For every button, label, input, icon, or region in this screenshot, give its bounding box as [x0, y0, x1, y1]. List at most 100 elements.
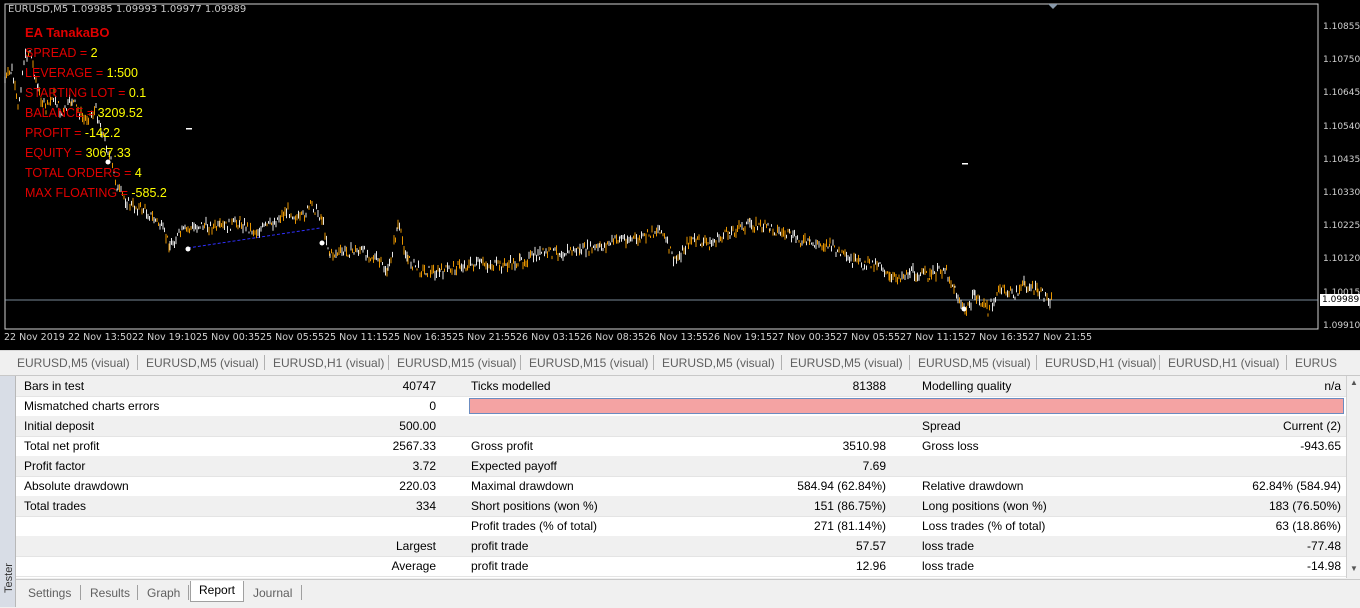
- mismatch-bar: [469, 398, 1344, 414]
- chart-tab[interactable]: EURUSD,M5 (visual): [146, 356, 259, 370]
- report-value: 2567.33: [392, 439, 436, 453]
- chart-tab[interactable]: EURUS: [1295, 356, 1337, 370]
- chart-tab[interactable]: EURUSD,H1 (visual): [1168, 356, 1279, 370]
- price-tick-label: 1.10330: [1323, 188, 1360, 198]
- info-key: BALANCE =: [25, 106, 98, 120]
- price-tick-label: 1.10645: [1323, 88, 1360, 99]
- time-tick-label: 27 Nov 00:35: [772, 332, 837, 343]
- info-key: STARTING LOT =: [25, 86, 129, 100]
- scroll-up-icon[interactable]: ▲: [1350, 378, 1358, 387]
- chart-tab[interactable]: EURUSD,M5 (visual): [662, 356, 775, 370]
- time-tick-label: 22 Nov 13:50: [68, 332, 133, 343]
- time-tick-label: 25 Nov 16:35: [388, 332, 453, 343]
- report-value: -943.65: [1300, 439, 1341, 453]
- report-value: 584.94 (62.84%): [797, 479, 886, 493]
- tab-report[interactable]: Report: [190, 581, 245, 602]
- tab-separator: [188, 585, 189, 600]
- trade-arrow: [319, 240, 325, 246]
- report-scrollbar[interactable]: ▲ ▼: [1346, 376, 1360, 578]
- time-tick-label: 26 Nov 19:15: [708, 332, 773, 343]
- report-label: Modelling quality: [922, 379, 1012, 393]
- tester-side-panel: Tester: [0, 376, 16, 607]
- info-line: STARTING LOT = 0.1: [25, 83, 146, 103]
- report-label: Total net profit: [24, 439, 100, 453]
- report-label: Initial deposit: [24, 419, 95, 433]
- tab-settings[interactable]: Settings: [20, 584, 79, 602]
- chart-tab[interactable]: EURUSD,M5 (visual): [918, 356, 1031, 370]
- report-label: Profit trades (% of total): [471, 519, 598, 533]
- chart-tabs-bar: EURUSD,M5 (visual) EURUSD,M5 (visual) EURU…: [0, 350, 1360, 376]
- price-chart[interactable]: EURUSD,M5 1.09985 1.09993 1.09977 1.0998…: [0, 0, 1360, 350]
- info-line: SPREAD = 2: [25, 43, 98, 63]
- report-value: 500.00: [399, 419, 436, 433]
- info-key: PROFIT =: [25, 126, 85, 140]
- tab-separator: [243, 585, 244, 600]
- report-label: Mismatched charts errors: [24, 399, 160, 413]
- trade-arrow: [961, 306, 967, 312]
- tab-separator: [909, 355, 910, 370]
- scroll-down-icon[interactable]: ▼: [1350, 564, 1358, 573]
- tab-separator: [80, 585, 81, 600]
- tab-separator: [137, 585, 138, 600]
- tab-results[interactable]: Results: [82, 584, 138, 602]
- report-row: Total trades 334 Short positions (won %) 15…: [16, 496, 1346, 517]
- candlestick-plot: [4, 3, 1319, 330]
- chart-tab[interactable]: EURUSD,M5 (visual): [790, 356, 903, 370]
- chart-tab[interactable]: EURUSD,M5 (visual): [17, 356, 130, 370]
- report-row: Profit trades (% of total) 271 (81.14%) Lo…: [16, 516, 1346, 537]
- chart-tab[interactable]: EURUSD,H1 (visual): [273, 356, 384, 370]
- chart-tab[interactable]: EURUSD,H1 (visual): [1045, 356, 1156, 370]
- chart-tab[interactable]: EURUSD,M15 (visual): [529, 356, 648, 370]
- price-tick-label: 1.10855: [1323, 22, 1360, 32]
- info-key: EA TanakaBO: [25, 25, 110, 40]
- order-marker: [962, 163, 968, 165]
- info-key: LEVERAGE =: [25, 66, 107, 80]
- info-key: TOTAL ORDERS =: [25, 166, 135, 180]
- info-line: LEVERAGE = 1:500: [25, 63, 138, 83]
- report-value: 63 (18.86%): [1275, 519, 1341, 533]
- report-row: Total net profit 2567.33 Gross profit 3510.…: [16, 436, 1346, 457]
- info-value: 2: [90, 46, 98, 60]
- price-tick-label: 1.10120: [1323, 254, 1360, 265]
- price-tick-label: 1.10540: [1323, 121, 1360, 132]
- info-value: 0.1: [128, 86, 147, 100]
- info-value: -142.2: [84, 126, 121, 140]
- report-value: 271 (81.14%): [813, 519, 886, 533]
- tester-label: Tester: [2, 563, 15, 593]
- report-value: 183 (76.50%): [1268, 499, 1341, 513]
- report-label: Gross profit: [471, 439, 534, 453]
- report-row: Initial deposit 500.00 Spread Current (2): [16, 416, 1346, 437]
- time-tick-label: 27 Nov 16:35: [964, 332, 1029, 343]
- report-value: 0: [429, 399, 436, 413]
- report-label: Total trades: [24, 499, 87, 513]
- tab-journal[interactable]: Journal: [245, 584, 300, 602]
- info-line: PROFIT = -142.2: [25, 123, 120, 143]
- chart-tab[interactable]: EURUSD,M15 (visual): [397, 356, 516, 370]
- chart-frame: [4, 3, 1319, 330]
- time-tick-label: 25 Nov 05:55: [260, 332, 325, 343]
- price-tick-label: 1.10750: [1323, 55, 1360, 66]
- tab-graph[interactable]: Graph: [139, 584, 188, 602]
- symbol-header: EURUSD,M5 1.09985 1.09993 1.09977 1.0998…: [8, 4, 247, 15]
- report-value: Average: [391, 559, 436, 573]
- current-price-label: 1.09989: [1320, 294, 1360, 306]
- report-value: 220.03: [399, 479, 436, 493]
- time-tick-label: 25 Nov 11:15: [324, 332, 389, 343]
- report-value: -77.48: [1306, 539, 1341, 553]
- report-label: Profit factor: [24, 459, 86, 473]
- tab-separator: [520, 355, 521, 370]
- time-tick-label: 27 Nov 21:55: [1028, 332, 1093, 343]
- report-label: Maximal drawdown: [471, 479, 574, 493]
- price-tick-label: 1.09910: [1323, 320, 1360, 331]
- report-label: profit trade: [471, 539, 529, 553]
- report-row: Profit factor 3.72 Expected payoff 7.69: [16, 456, 1346, 477]
- report-label: Spread: [922, 419, 961, 433]
- report-value: 12.96: [855, 559, 886, 573]
- info-key: SPREAD =: [25, 46, 91, 60]
- report-table: Bars in test 40747 Ticks modelled 81388 Mode…: [16, 376, 1346, 578]
- report-row: Average profit trade 12.96 loss trade -14.98: [16, 556, 1346, 577]
- info-value: 4: [134, 166, 142, 180]
- tab-separator: [388, 355, 389, 370]
- time-tick-label: 25 Nov 21:55: [452, 332, 517, 343]
- tab-separator: [301, 585, 302, 600]
